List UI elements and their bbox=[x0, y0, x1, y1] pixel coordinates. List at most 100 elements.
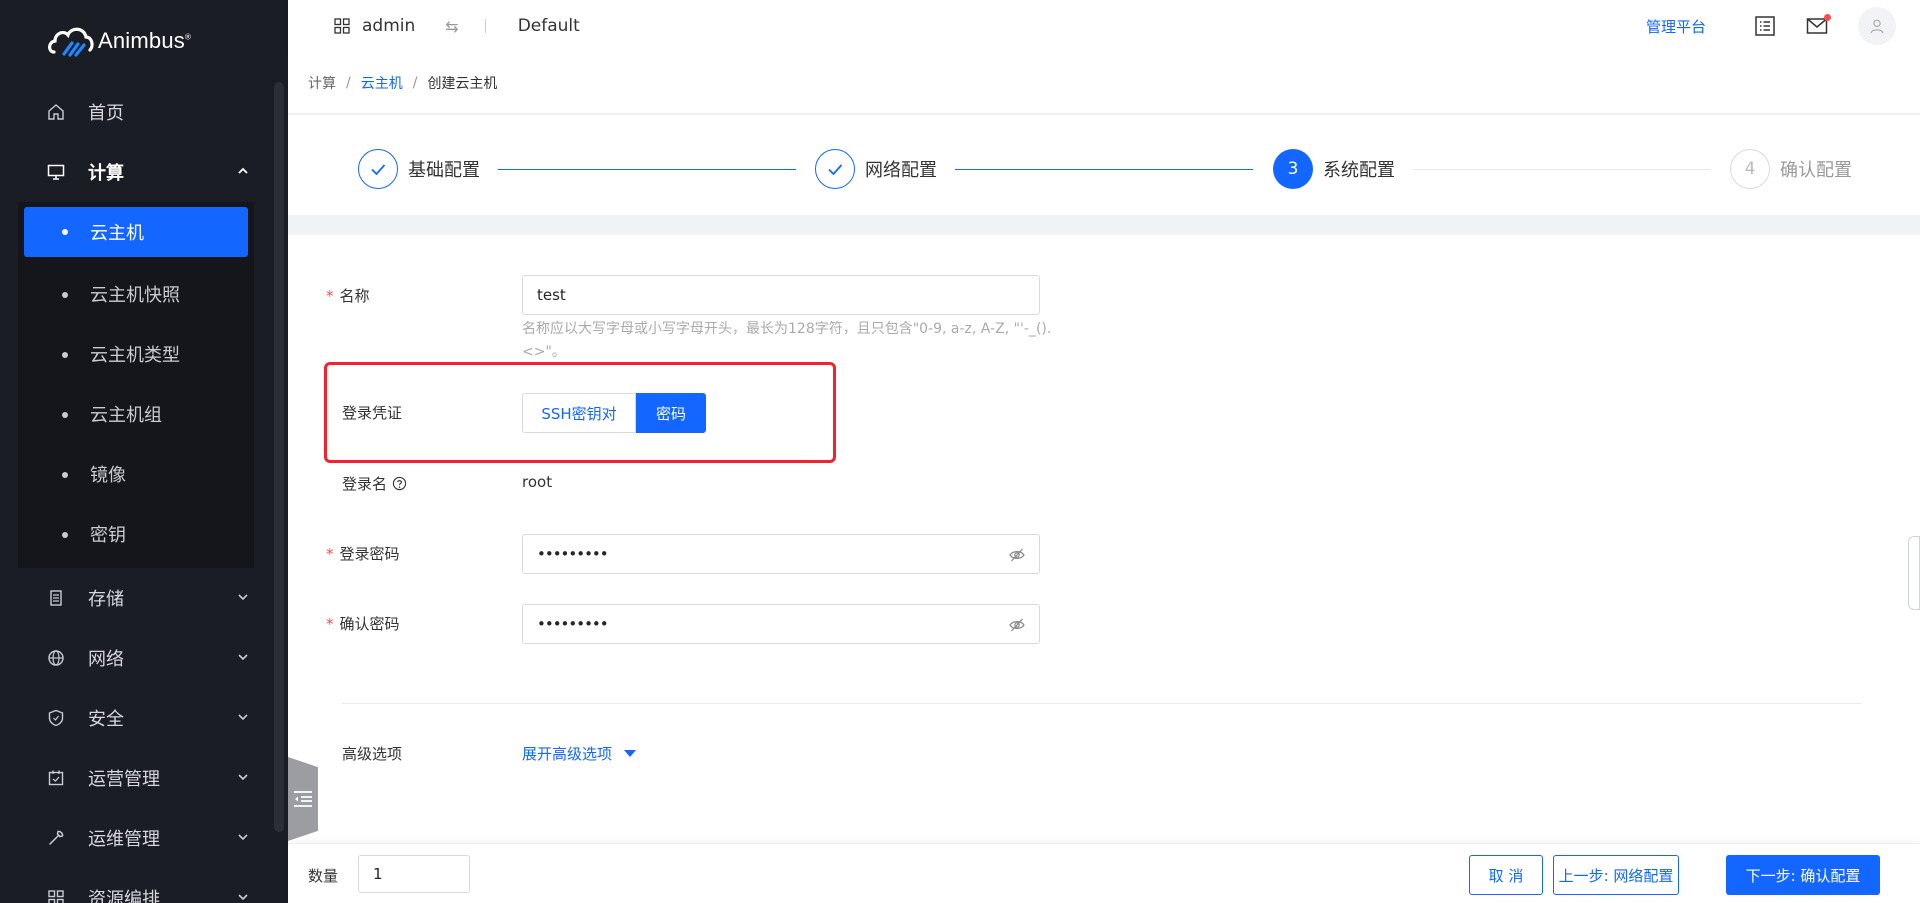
mail-icon[interactable] bbox=[1806, 14, 1831, 37]
previous-step-button[interactable]: 上一步: 网络配置 bbox=[1553, 855, 1679, 895]
bullet-icon bbox=[62, 412, 68, 418]
caret-down-icon bbox=[624, 750, 637, 757]
sidebar-item-flavors[interactable]: 云主机类型 bbox=[24, 324, 248, 384]
user-icon bbox=[1870, 19, 1884, 34]
sidebar-scrollbar[interactable] bbox=[274, 82, 284, 832]
step-confirm: 4 确认配置 bbox=[1730, 149, 1852, 189]
current-project[interactable]: Default bbox=[518, 16, 580, 36]
side-widget-handle[interactable] bbox=[1908, 536, 1920, 610]
sidebar-item-orchestration[interactable]: 资源编排 bbox=[0, 868, 272, 903]
sidebar-item-label: 安全 bbox=[88, 709, 124, 730]
eye-hidden-icon[interactable] bbox=[1009, 617, 1025, 633]
chevron-down-icon bbox=[238, 714, 248, 721]
breadcrumb-root[interactable]: 计算 bbox=[308, 73, 336, 93]
breadcrumb-separator: / bbox=[412, 74, 418, 91]
top-header: admin ⇆ Default 管理平台 bbox=[288, 0, 1920, 52]
current-user[interactable]: admin bbox=[362, 16, 415, 36]
sidebar-item-instances[interactable]: 云主机 bbox=[24, 207, 248, 257]
compute-submenu: 云主机 云主机快照 云主机类型 云主机组 镜像 密钥 bbox=[18, 202, 254, 568]
password-input[interactable]: ••••••••• bbox=[522, 534, 1040, 574]
brand-name: Animbus® bbox=[98, 28, 192, 53]
sidebar-item-label: 计算 bbox=[88, 163, 124, 184]
step-connector bbox=[955, 169, 1253, 170]
breadcrumb-parent[interactable]: 云主机 bbox=[361, 73, 403, 93]
name-label: * 名称 bbox=[326, 287, 370, 305]
sidebar-item-home[interactable]: 首页 bbox=[0, 82, 272, 142]
grid-icon bbox=[46, 888, 66, 903]
switch-icon[interactable]: ⇆ bbox=[445, 17, 458, 36]
admin-platform-link[interactable]: 管理平台 bbox=[1646, 16, 1706, 37]
system-config-form: * 名称 test 名称应以大写字母或小写字母开头，最长为128字符，且只包含"0… bbox=[288, 235, 1920, 843]
apps-grid-icon[interactable] bbox=[334, 18, 350, 34]
chevron-up-icon bbox=[238, 167, 248, 174]
login-name-label: 登录名 bbox=[342, 473, 407, 494]
confirm-password-input[interactable]: ••••••••• bbox=[522, 604, 1040, 644]
sidebar-item-label: 云主机组 bbox=[90, 405, 162, 426]
name-input[interactable]: test bbox=[522, 275, 1040, 315]
sidebar-item-compute[interactable]: 计算 bbox=[0, 142, 272, 202]
monitor-icon bbox=[46, 162, 66, 182]
collapse-sidebar-button[interactable] bbox=[288, 757, 318, 841]
step-basic[interactable]: 基础配置 bbox=[358, 149, 480, 189]
advanced-label: 高级选项 bbox=[342, 745, 403, 763]
sidebar-item-server-groups[interactable]: 云主机组 bbox=[24, 384, 248, 444]
bullet-icon bbox=[62, 472, 68, 478]
highlight-box bbox=[324, 362, 836, 463]
sidebar-item-snapshots[interactable]: 云主机快照 bbox=[24, 264, 248, 324]
list-doc-icon[interactable] bbox=[1754, 15, 1776, 37]
sidebar-item-maintenance[interactable]: 运维管理 bbox=[0, 808, 272, 868]
name-hint: 名称应以大写字母或小写字母开头，最长为128字符，且只包含"0-9, a-z, … bbox=[522, 321, 1052, 360]
collapse-menu-icon bbox=[294, 791, 312, 807]
step-connector bbox=[498, 169, 796, 170]
required-mark: * bbox=[326, 287, 334, 305]
calendar-icon bbox=[46, 768, 66, 788]
breadcrumb-separator: / bbox=[346, 74, 351, 91]
header-actions: 管理平台 bbox=[1646, 0, 1920, 52]
step-number: 4 bbox=[1730, 149, 1770, 189]
chevron-down-icon bbox=[238, 654, 248, 661]
cancel-button[interactable]: 取 消 bbox=[1469, 855, 1543, 895]
expand-advanced-link[interactable]: 展开高级选项 bbox=[522, 743, 637, 764]
help-icon[interactable] bbox=[392, 476, 407, 491]
home-icon bbox=[46, 102, 66, 122]
eye-hidden-icon[interactable] bbox=[1009, 547, 1025, 563]
step-system: 3 系统配置 bbox=[1273, 149, 1395, 189]
sidebar-item-storage[interactable]: 存储 bbox=[0, 568, 272, 628]
sidebar-item-label: 网络 bbox=[88, 649, 124, 670]
wrench-icon bbox=[46, 828, 66, 848]
sidebar-item-label: 资源编排 bbox=[88, 889, 160, 903]
required-mark: * bbox=[326, 545, 334, 563]
breadcrumb: 计算 / 云主机 / 创建云主机 bbox=[288, 52, 1920, 114]
next-step-button[interactable]: 下一步: 确认配置 bbox=[1726, 855, 1880, 895]
shield-icon bbox=[46, 708, 66, 728]
step-connector bbox=[1413, 169, 1711, 170]
login-name-value: root bbox=[522, 473, 553, 491]
bullet-icon bbox=[62, 532, 68, 538]
section-divider bbox=[342, 703, 1862, 704]
sidebar-item-operations[interactable]: 运营管理 bbox=[0, 748, 272, 808]
avatar[interactable] bbox=[1858, 7, 1896, 45]
sidebar-item-network[interactable]: 网络 bbox=[0, 628, 272, 688]
footer-bar: 数量 1 取 消 上一步: 网络配置 下一步: 确认配置 bbox=[288, 843, 1920, 903]
sidebar-item-keypairs[interactable]: 密钥 bbox=[24, 504, 248, 564]
sidebar-item-images[interactable]: 镜像 bbox=[24, 444, 248, 504]
sidebar-item-label: 存储 bbox=[88, 589, 124, 610]
sidebar-item-label: 首页 bbox=[88, 103, 124, 124]
breadcrumb-current: 创建云主机 bbox=[427, 75, 498, 92]
quantity-input[interactable]: 1 bbox=[358, 855, 470, 893]
step-number: 3 bbox=[1273, 149, 1313, 189]
step-label: 系统配置 bbox=[1323, 160, 1395, 181]
sidebar: Animbus® 首页 计算 云主机 云主机快照 云主机类型 云主机组 镜像 密… bbox=[0, 0, 288, 903]
globe-icon bbox=[46, 648, 66, 668]
sidebar-item-label: 云主机 bbox=[90, 223, 144, 244]
brand-logo[interactable]: Animbus® bbox=[0, 0, 288, 82]
step-network[interactable]: 网络配置 bbox=[815, 149, 937, 189]
sidebar-item-label: 运营管理 bbox=[88, 769, 160, 790]
step-label: 确认配置 bbox=[1780, 160, 1852, 181]
chevron-down-icon bbox=[238, 774, 248, 781]
sidebar-item-security[interactable]: 安全 bbox=[0, 688, 272, 748]
password-label: * 登录密码 bbox=[326, 545, 400, 563]
chevron-down-icon bbox=[238, 894, 248, 901]
chevron-down-icon bbox=[238, 834, 248, 841]
sidebar-item-label: 密钥 bbox=[90, 525, 126, 546]
